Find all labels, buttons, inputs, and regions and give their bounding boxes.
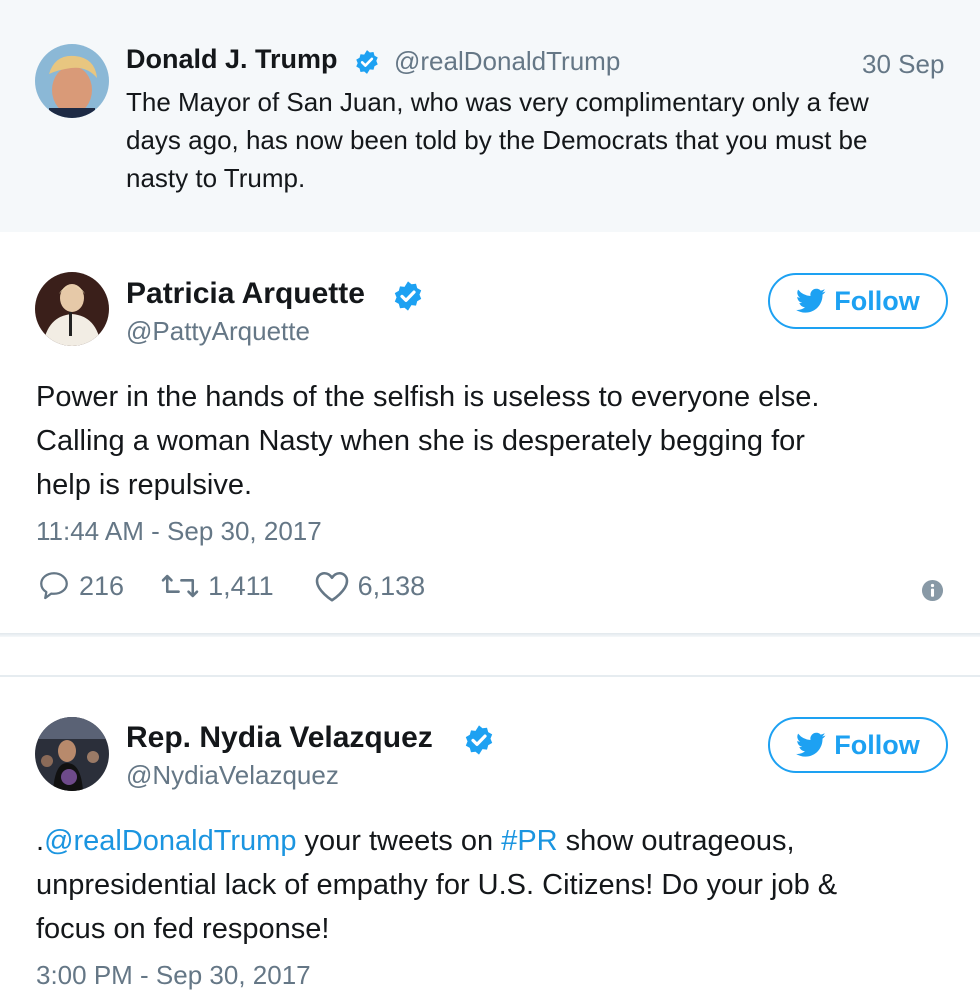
text-mid: your tweets on [296, 825, 502, 857]
card-gap [0, 637, 980, 675]
arquette-text-line-2: Calling a woman Nasty when she is desper… [36, 425, 805, 457]
hashtag-link[interactable]: #PR [501, 825, 557, 857]
retweet-icon [161, 574, 199, 598]
velazquez-timestamp[interactable]: 3:00 PM - Sep 30, 2017 [36, 960, 311, 991]
trump-avatar[interactable] [35, 44, 109, 118]
info-icon[interactable] [921, 579, 944, 602]
quoted-text-line-3: nasty to Trump. [126, 163, 306, 193]
arquette-handle[interactable]: @PattyArquette [126, 316, 310, 347]
twitter-bird-icon [796, 288, 826, 313]
arquette-avatar[interactable] [35, 272, 109, 346]
twitter-bird-icon [796, 732, 826, 757]
follow-label: Follow [834, 729, 920, 760]
like-count: 6,138 [357, 570, 426, 601]
follow-button-velazquez[interactable]: Follow [768, 717, 948, 773]
text-prefix: . [36, 825, 45, 857]
velazquez-text-line-3: focus on fed response! [36, 913, 330, 945]
follow-button-arquette[interactable]: Follow [768, 273, 948, 329]
mention-link[interactable]: @realDonaldTrump [44, 825, 296, 857]
arquette-name[interactable]: Patricia Arquette [126, 277, 365, 311]
quoted-author-name[interactable]: Donald J. Trump [126, 44, 338, 75]
retweet-count: 1,411 [208, 570, 274, 601]
reply-action[interactable]: 216 [37, 569, 124, 603]
card-top-border [0, 675, 980, 677]
verified-badge-icon [465, 725, 493, 755]
reply-icon [40, 572, 68, 600]
arquette-text-line-1: Power in the hands of the selfish is use… [36, 381, 820, 413]
follow-label: Follow [834, 285, 920, 316]
velazquez-text-line-2: unpresidential lack of empathy for U.S. … [36, 869, 838, 901]
text-suffix: show outrageous, [557, 825, 795, 857]
verified-badge-icon [356, 50, 378, 74]
velazquez-avatar[interactable] [35, 717, 109, 791]
retweet-action[interactable]: 1,411 [160, 569, 274, 603]
velazquez-text-line-1: .@realDonaldTrump your tweets on #PR sho… [36, 819, 795, 863]
quoted-text-line-2: days ago, has now been told by the Democ… [126, 125, 868, 155]
arquette-timestamp[interactable]: 11:44 AM - Sep 30, 2017 [36, 516, 322, 547]
tweet-actions: 216 1,411 6,138 [37, 569, 425, 603]
velazquez-handle[interactable]: @NydiaVelazquez [126, 760, 339, 791]
like-action[interactable]: 6,138 [314, 569, 426, 603]
velazquez-name[interactable]: Rep. Nydia Velazquez [126, 721, 433, 755]
quoted-tweet[interactable]: Donald J. Trump @realDonaldTrump 30 Sep … [0, 0, 980, 232]
quoted-author-handle[interactable]: @realDonaldTrump [394, 46, 620, 77]
quoted-text-line-1: The Mayor of San Juan, who was very comp… [126, 87, 869, 117]
like-icon [315, 571, 348, 602]
quoted-date[interactable]: 30 Sep [862, 49, 944, 80]
verified-badge-icon [394, 281, 422, 311]
reply-count: 216 [79, 570, 125, 601]
arquette-text-line-3: help is repulsive. [36, 469, 252, 501]
